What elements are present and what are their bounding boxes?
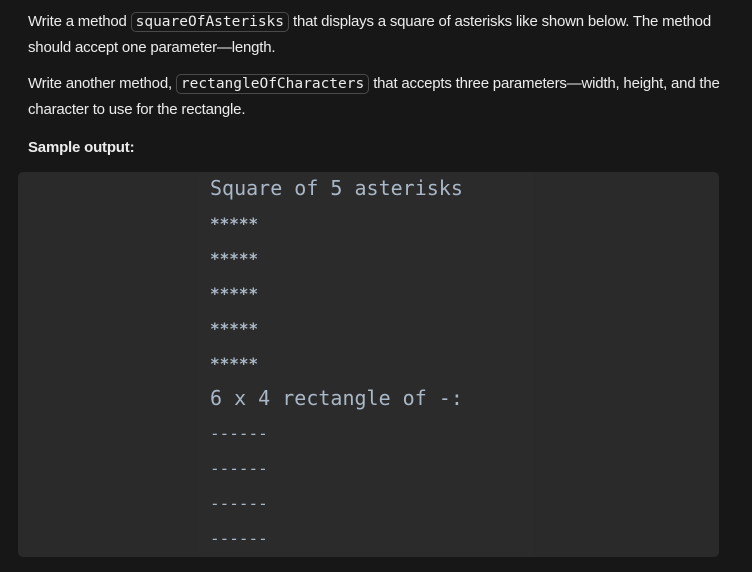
paragraph-2-text-before: Write another method,: [28, 75, 176, 92]
square-row: *****: [210, 354, 259, 373]
instruction-paragraph-1: Write a method squareOfAsterisks that di…: [28, 9, 728, 60]
rectangle-row: ------: [210, 459, 268, 478]
square-row: *****: [210, 284, 259, 303]
square-row: *****: [210, 319, 259, 338]
inline-code-square-of-asterisks: squareOfAsterisks: [130, 12, 290, 32]
rectangle-row: ------: [210, 494, 268, 513]
square-row: *****: [210, 214, 259, 233]
sample-output-block: Square of 5 asterisks ***** ***** ***** …: [18, 172, 719, 557]
square-header-line: Square of 5 asterisks: [210, 176, 463, 200]
sample-output-label: Sample output:: [28, 139, 135, 156]
rectangle-row: ------: [210, 529, 268, 548]
square-row: *****: [210, 249, 259, 268]
instruction-paragraph-2: Write another method, rectangleOfCharact…: [28, 71, 728, 122]
paragraph-1-text-before: Write a method: [28, 13, 131, 30]
rectangle-header-line: 6 x 4 rectangle of -:: [210, 386, 463, 410]
rectangle-row: ------: [210, 424, 268, 443]
inline-code-rectangle-of-characters: rectangleOfCharacters: [175, 74, 370, 94]
